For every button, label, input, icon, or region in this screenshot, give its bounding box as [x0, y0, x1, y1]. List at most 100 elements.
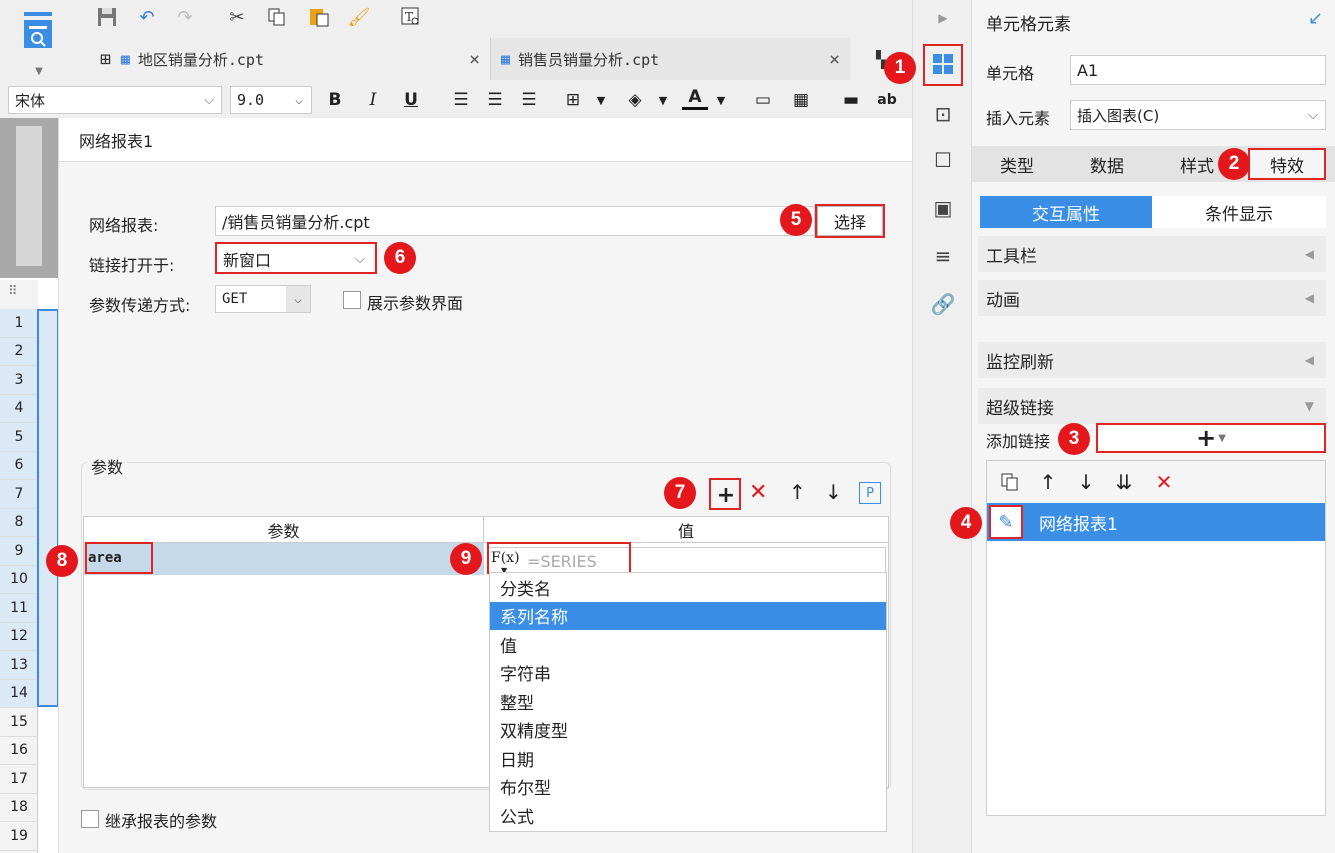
cut-icon[interactable]: ✂ [224, 4, 250, 30]
row-number[interactable]: 10 [0, 565, 38, 594]
copy-icon[interactable] [264, 4, 290, 30]
close-icon[interactable]: × [829, 49, 840, 70]
section-animation[interactable]: 动画 ◀ [978, 280, 1326, 316]
font-color-button[interactable]: A [682, 86, 708, 110]
paste-icon[interactable] [306, 4, 332, 30]
cell-input[interactable]: A1 [1070, 55, 1326, 85]
chevron-down-icon[interactable]: ⌵ [286, 286, 310, 312]
app-logo-icon[interactable] [20, 10, 56, 54]
fill-color-icon[interactable]: ◈ [622, 86, 648, 114]
param-mode-select[interactable]: GET ⌵ [215, 285, 311, 313]
tab-interaction[interactable]: 交互属性 [980, 196, 1152, 228]
row-number[interactable]: 8 [0, 508, 38, 537]
param-panel-icon[interactable]: P [859, 482, 881, 504]
tab-salesperson-sales[interactable]: ▦ 销售员销量分析.cpt × [490, 38, 850, 80]
italic-button[interactable]: I [360, 86, 386, 114]
table-icon[interactable]: ▦ [788, 86, 814, 114]
section-toolbar[interactable]: 工具栏 ◀ [978, 236, 1326, 272]
merge-icon[interactable]: ▬ [838, 86, 864, 114]
collapse-arrow-icon[interactable]: ◀ [1305, 291, 1314, 305]
save-icon[interactable] [94, 4, 120, 30]
hyperlink-icon[interactable]: 🔗 [929, 290, 957, 318]
expand-arrow-icon[interactable]: ▼ [1305, 399, 1314, 413]
text-wrap-button[interactable]: ab [874, 86, 900, 114]
new-cpt-icon[interactable]: ⊞ [100, 49, 111, 70]
row-number[interactable]: 5 [0, 423, 38, 452]
tab-effects[interactable]: 特效 [1248, 148, 1326, 180]
collapse-icon[interactable]: ↙ [1308, 8, 1323, 29]
text-search-icon[interactable]: T [398, 4, 424, 30]
tab-conditional-display[interactable]: 条件显示 [1152, 196, 1326, 228]
chevron-down-icon[interactable]: ⌵ [197, 87, 221, 113]
row-number[interactable]: 13 [0, 651, 38, 680]
tab-type[interactable]: 类型 [972, 146, 1062, 182]
expand-arrow-icon[interactable]: ▶ [929, 4, 957, 32]
border-icon[interactable]: ⊞ [560, 86, 586, 114]
chevron-down-icon[interactable]: ▼ [588, 86, 614, 114]
row-number[interactable]: 16 [0, 737, 38, 765]
widget-icon[interactable]: ▣ [929, 194, 957, 222]
row-number[interactable]: 19 [0, 822, 38, 851]
chevron-down-icon[interactable]: ⌵ [1301, 101, 1325, 129]
row-number[interactable]: 1 [0, 309, 38, 338]
edit-pencil-icon[interactable]: ✎ [989, 505, 1023, 539]
section-monitor-refresh[interactable]: 监控刷新 ◀ [978, 342, 1326, 378]
row-number[interactable]: 12 [0, 622, 38, 651]
dropdown-option[interactable]: 值 [490, 630, 886, 659]
row-number[interactable]: 3 [0, 366, 38, 395]
cell-selection[interactable] [37, 309, 59, 707]
chevron-down-icon[interactable]: ▼ [650, 86, 676, 114]
insert-element-select[interactable]: 插入图表(C) ⌵ [1070, 100, 1326, 130]
align-right-icon[interactable]: ☰ [516, 86, 542, 114]
font-size-select[interactable]: 9.0 ⌵ [230, 86, 312, 114]
dropdown-option[interactable]: 布尔型 [490, 773, 886, 802]
move-up-icon[interactable]: ↑ [789, 480, 806, 504]
delete-param-icon[interactable]: ✕ [749, 480, 767, 505]
cell-style-icon[interactable]: ▭ [750, 86, 776, 114]
row-number[interactable]: 6 [0, 451, 38, 480]
tab-data[interactable]: 数据 [1062, 146, 1152, 182]
underline-button[interactable]: U [398, 86, 424, 114]
dropdown-option[interactable]: 双精度型 [490, 716, 886, 745]
add-link-button[interactable]: + ▼ [1096, 423, 1326, 453]
row-number[interactable]: 17 [0, 765, 38, 794]
chevron-down-icon[interactable]: ▼ [708, 86, 734, 114]
row-number[interactable]: 9 [0, 537, 38, 566]
format-painter-icon[interactable]: 🖌 [346, 4, 372, 30]
collapse-arrow-icon[interactable]: ◀ [1305, 247, 1314, 261]
link-item[interactable]: 网络报表1 [987, 503, 1325, 541]
row-number[interactable]: 15 [0, 708, 38, 737]
show-param-checkbox[interactable] [343, 291, 361, 309]
border-frame-icon[interactable]: ☐ [929, 146, 957, 174]
dropdown-option[interactable]: 公式 [490, 801, 886, 830]
dropdown-option[interactable]: 字符串 [490, 659, 886, 688]
undo-icon[interactable]: ↶ [134, 4, 160, 30]
collapse-arrow-icon[interactable]: ◀ [1305, 353, 1314, 367]
row-number[interactable]: 2 [0, 337, 38, 366]
cell-attribute-icon[interactable]: ⊡ [929, 100, 957, 128]
dropdown-option[interactable]: 分类名 [490, 573, 886, 602]
dropdown-option[interactable]: 整型 [490, 687, 886, 716]
align-center-icon[interactable]: ☰ [482, 86, 508, 114]
align-left-icon[interactable]: ☰ [448, 86, 474, 114]
sort-icon[interactable]: ⇊ [1111, 469, 1137, 495]
row-number[interactable]: 11 [0, 594, 38, 623]
row-number[interactable]: 7 [0, 480, 38, 509]
copy-icon[interactable] [997, 469, 1023, 495]
row-number[interactable]: 18 [0, 794, 38, 822]
report-path-input[interactable]: /销售员销量分析.cpt [215, 206, 815, 236]
move-up-icon[interactable]: ↑ [1035, 469, 1061, 495]
row-number[interactable]: 14 [0, 679, 38, 708]
tab-region-sales[interactable]: ⊞ ▦ 地区销量分析.cpt × [90, 38, 490, 80]
inherit-params-checkbox[interactable] [81, 810, 99, 828]
condition-icon[interactable]: ≡ [929, 242, 957, 270]
dropdown-option[interactable]: 系列名称 [490, 601, 886, 630]
grid-handle-icon[interactable]: ⠿ [8, 284, 18, 299]
redo-icon[interactable]: ↷ [172, 4, 198, 30]
move-down-icon[interactable]: ↓ [825, 480, 842, 504]
bold-button[interactable]: B [322, 86, 348, 114]
move-down-icon[interactable]: ↓ [1073, 469, 1099, 495]
font-name-select[interactable]: 宋体 ⌵ [8, 86, 222, 114]
section-hyperlink[interactable]: 超级链接 ▼ [978, 388, 1326, 424]
dropdown-option[interactable]: 日期 [490, 744, 886, 773]
